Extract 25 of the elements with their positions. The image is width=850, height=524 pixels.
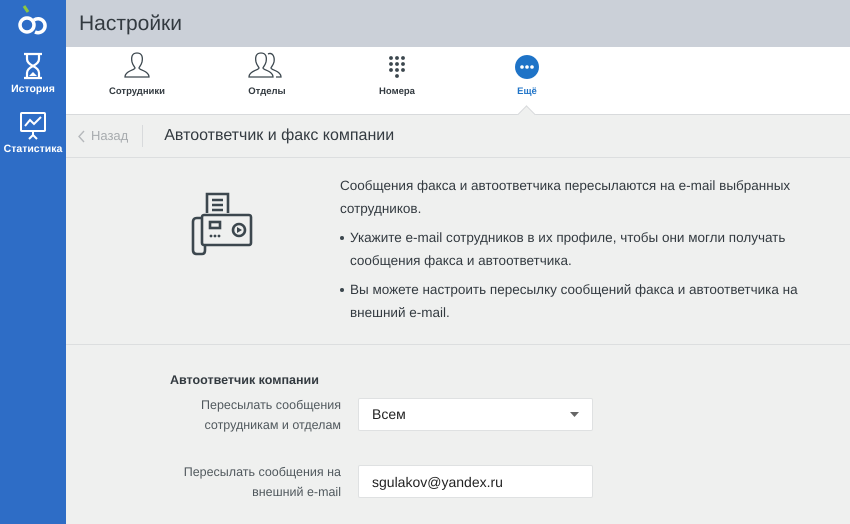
section-title: Автоответчик и факс компании bbox=[164, 126, 394, 146]
field-label: Пересылать сообщения сотрудникам и отделам bbox=[200, 396, 342, 434]
tab[interactable]: Ещё bbox=[462, 47, 592, 114]
form-section-title: Автоответчик компании bbox=[170, 372, 320, 389]
info-text: Сообщения факса и автоответчика пересылаются на e-mail выбранных сотрудников. bbox=[340, 177, 792, 218]
sidebar-item[interactable]: Статистика bbox=[4, 110, 62, 158]
tab[interactable]: Отделы bbox=[202, 47, 332, 114]
bullet-icon bbox=[340, 288, 344, 292]
dropdown[interactable]: Всем bbox=[358, 398, 593, 432]
bullet-icon bbox=[340, 236, 344, 240]
sidebar-item[interactable]: История bbox=[11, 52, 55, 98]
chevron-left-icon bbox=[78, 130, 85, 142]
tab[interactable]: Сотрудники bbox=[72, 47, 202, 114]
person-icon bbox=[123, 50, 151, 79]
presentation-chart-icon bbox=[18, 110, 47, 140]
tab[interactable]: Номера bbox=[332, 47, 462, 114]
page-title: Настройки bbox=[79, 10, 182, 37]
bullet-text: Укажите e-mail сотрудников в их профиле, чтобы они могли получать сообщения факса и автоответчика. bbox=[350, 229, 786, 270]
hourglass-icon bbox=[22, 52, 44, 80]
field-label: Пересылать сообщения на внешний e-mail bbox=[182, 464, 342, 501]
email-field[interactable]: sgulakov@yandex.ru bbox=[358, 465, 593, 498]
keypad-icon bbox=[388, 54, 406, 79]
more-icon bbox=[515, 54, 539, 79]
caret-icon bbox=[570, 412, 579, 418]
bullet-text: Вы можете настроить пересылку сообщений факса и автоответчика на внешний e-mail. bbox=[350, 281, 799, 322]
